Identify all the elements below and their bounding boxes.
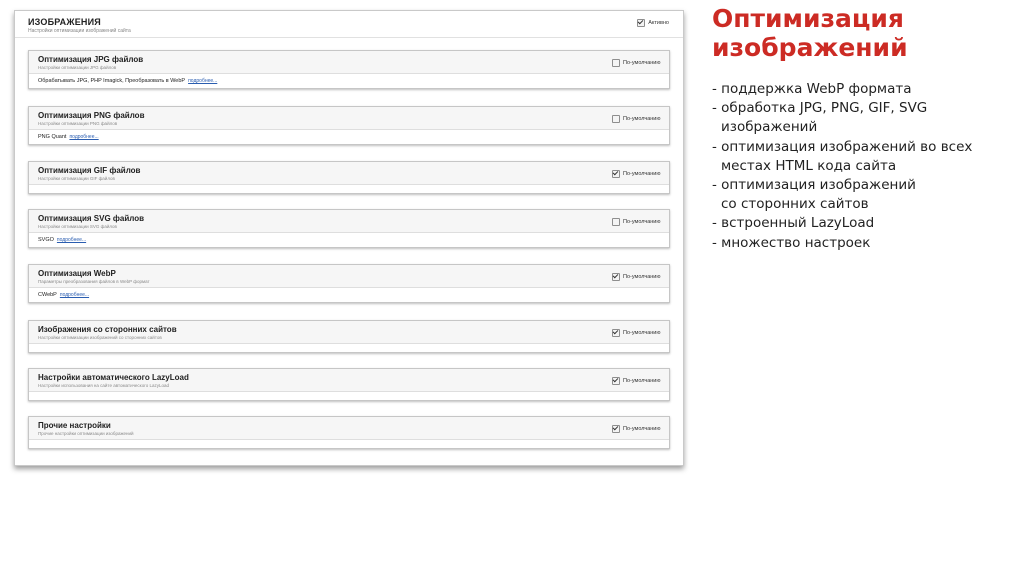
- section: Оптимизация PNG файлов Настройки оптимиза…: [28, 106, 670, 145]
- slide-title: Оптимизация изображений: [712, 4, 908, 62]
- section-title: Изображения со сторонних сайтов: [38, 325, 177, 334]
- default-label: По-умолчанию: [623, 378, 661, 384]
- section-title: Оптимизация SVG файлов: [38, 214, 145, 223]
- section-subtitle: Параметры преобразования файлов в WebP ф…: [38, 279, 150, 284]
- images-settings-panel: ИЗОБРАЖЕНИЯ Настройки оптимизации изобра…: [14, 10, 684, 466]
- section-header: Изображения со сторонних сайтов Настройки…: [29, 321, 669, 344]
- section-subtitle: Настройки оптимизации PNG файлов: [38, 121, 118, 126]
- section-subtitle: Настройки оптимизации изображений со сто…: [38, 335, 162, 340]
- default-checkbox[interactable]: [612, 59, 620, 67]
- default-checkbox[interactable]: [612, 273, 620, 281]
- default-checkbox[interactable]: [612, 170, 620, 178]
- section-title: Прочие настройки: [38, 421, 111, 430]
- panel-title: ИЗОБРАЖЕНИЯ: [28, 17, 101, 27]
- section-subtitle: Настройки оптимизации GIF файлов: [38, 176, 115, 181]
- section-header: Оптимизация GIF файлов Настройки оптимиза…: [29, 162, 669, 185]
- section: Оптимизация JPG файлов Настройки оптимиза…: [28, 50, 670, 89]
- default-checkbox[interactable]: [612, 329, 620, 337]
- section-header: Оптимизация WebP Параметры преобразования…: [29, 265, 669, 288]
- section-body: [29, 185, 669, 193]
- default-toggle[interactable]: По-умолчанию: [612, 170, 661, 178]
- section-subtitle: Настройки использования на сайте автомат…: [38, 383, 170, 388]
- feature-text: - обработка JPG, PNG, GIF, SVG изображен…: [712, 100, 928, 136]
- section-header: Оптимизация PNG файлов Настройки оптимиза…: [29, 107, 669, 130]
- default-label: По-умолчанию: [623, 426, 661, 432]
- section-title: Оптимизация JPG файлов: [38, 55, 144, 64]
- section-subtitle: Прочие настройки оптимизации изображений: [38, 431, 134, 436]
- feature-text: - множество настроек: [712, 234, 871, 251]
- feature-text: - оптимизация изображений со сторонних с…: [712, 177, 916, 213]
- section-body: CWebP подробнее...: [29, 288, 669, 302]
- section-body-text: Обрабатывать JPG, PHP Imagick, Преобразо…: [38, 78, 186, 84]
- default-checkbox[interactable]: [612, 115, 620, 123]
- section-body-text: CWebP: [38, 292, 57, 298]
- section: Изображения со сторонних сайтов Настройки…: [28, 320, 670, 353]
- section-body: [29, 392, 669, 400]
- section-title: Настройки автоматического LazyLoad: [38, 373, 189, 382]
- section-header: Прочие настройки Прочие настройки оптимиз…: [29, 417, 669, 440]
- section-body: PNG Quant подробнее...: [29, 130, 669, 144]
- section-body: Обрабатывать JPG, PHP Imagick, Преобразо…: [29, 74, 669, 88]
- section-body: [29, 344, 669, 352]
- feature-list: - поддержка WebP формата - обработка JPG,…: [712, 80, 972, 253]
- default-toggle[interactable]: По-умолчанию: [612, 218, 661, 226]
- feature-item: - множество настроек: [712, 234, 972, 253]
- section: Оптимизация GIF файлов Настройки оптимиза…: [28, 161, 670, 194]
- feature-text: - поддержка WebP формата: [712, 81, 912, 97]
- feature-item: - оптимизация изображений со сторонних с…: [712, 176, 972, 214]
- default-label: По-умолчанию: [623, 171, 661, 177]
- feature-text: - встроенный LazyLoad: [712, 215, 875, 232]
- details-link[interactable]: подробнее...: [69, 134, 98, 140]
- default-label: По-умолчанию: [623, 219, 661, 225]
- details-link[interactable]: подробнее...: [57, 237, 86, 243]
- section-header: Настройки автоматического LazyLoad Настро…: [29, 369, 669, 392]
- default-toggle[interactable]: По-умолчанию: [612, 329, 661, 337]
- default-label: По-умолчанию: [623, 274, 661, 280]
- section-header: Оптимизация JPG файлов Настройки оптимиза…: [29, 51, 669, 74]
- feature-item: - поддержка WebP формата: [712, 80, 972, 99]
- details-link[interactable]: подробнее...: [60, 292, 89, 298]
- section-title: Оптимизация GIF файлов: [38, 166, 141, 175]
- default-toggle[interactable]: По-умолчанию: [612, 273, 661, 281]
- section-body: [29, 440, 669, 448]
- default-checkbox[interactable]: [612, 218, 620, 226]
- details-link[interactable]: подробнее...: [188, 78, 217, 84]
- section: Настройки автоматического LazyLoad Настро…: [28, 368, 670, 401]
- default-checkbox[interactable]: [612, 377, 620, 385]
- default-label: По-умолчанию: [623, 116, 661, 122]
- default-toggle[interactable]: По-умолчанию: [612, 425, 661, 433]
- section-title: Оптимизация PNG файлов: [38, 111, 145, 120]
- section: Прочие настройки Прочие настройки оптимиз…: [28, 416, 670, 449]
- default-toggle[interactable]: По-умолчанию: [612, 377, 661, 385]
- feature-item: - обработка JPG, PNG, GIF, SVG изображен…: [712, 99, 972, 137]
- section-body: SVGO подробнее...: [29, 233, 669, 247]
- feature-text: - оптимизация изображений во всех местах…: [712, 138, 973, 174]
- section: Оптимизация WebP Параметры преобразования…: [28, 264, 670, 303]
- section-body-text: SVGO: [38, 237, 54, 243]
- section-title: Оптимизация WebP: [38, 269, 116, 278]
- active-toggle[interactable]: Активно: [637, 19, 669, 27]
- default-toggle[interactable]: По-умолчанию: [612, 115, 661, 123]
- active-checkbox[interactable]: [637, 19, 646, 27]
- feature-item: - оптимизация изображений во всех местах…: [712, 138, 972, 176]
- default-toggle[interactable]: По-умолчанию: [612, 59, 661, 67]
- active-label: Активно: [648, 20, 669, 26]
- section: Оптимизация SVG файлов Настройки оптимиза…: [28, 209, 670, 248]
- feature-item: - встроенный LazyLoad: [712, 214, 972, 233]
- default-label: По-умолчанию: [623, 60, 661, 66]
- section-subtitle: Настройки оптимизации JPG файлов: [38, 65, 117, 70]
- section-body-text: PNG Quant: [38, 134, 67, 140]
- panel-subtitle: Настройки оптимизации изображений сайта: [28, 28, 131, 34]
- default-checkbox[interactable]: [612, 425, 620, 433]
- section-subtitle: Настройки оптимизации SVG файлов: [38, 224, 117, 229]
- panel-header: ИЗОБРАЖЕНИЯ Настройки оптимизации изобра…: [15, 11, 683, 38]
- section-header: Оптимизация SVG файлов Настройки оптимиза…: [29, 210, 669, 233]
- default-label: По-умолчанию: [623, 330, 661, 336]
